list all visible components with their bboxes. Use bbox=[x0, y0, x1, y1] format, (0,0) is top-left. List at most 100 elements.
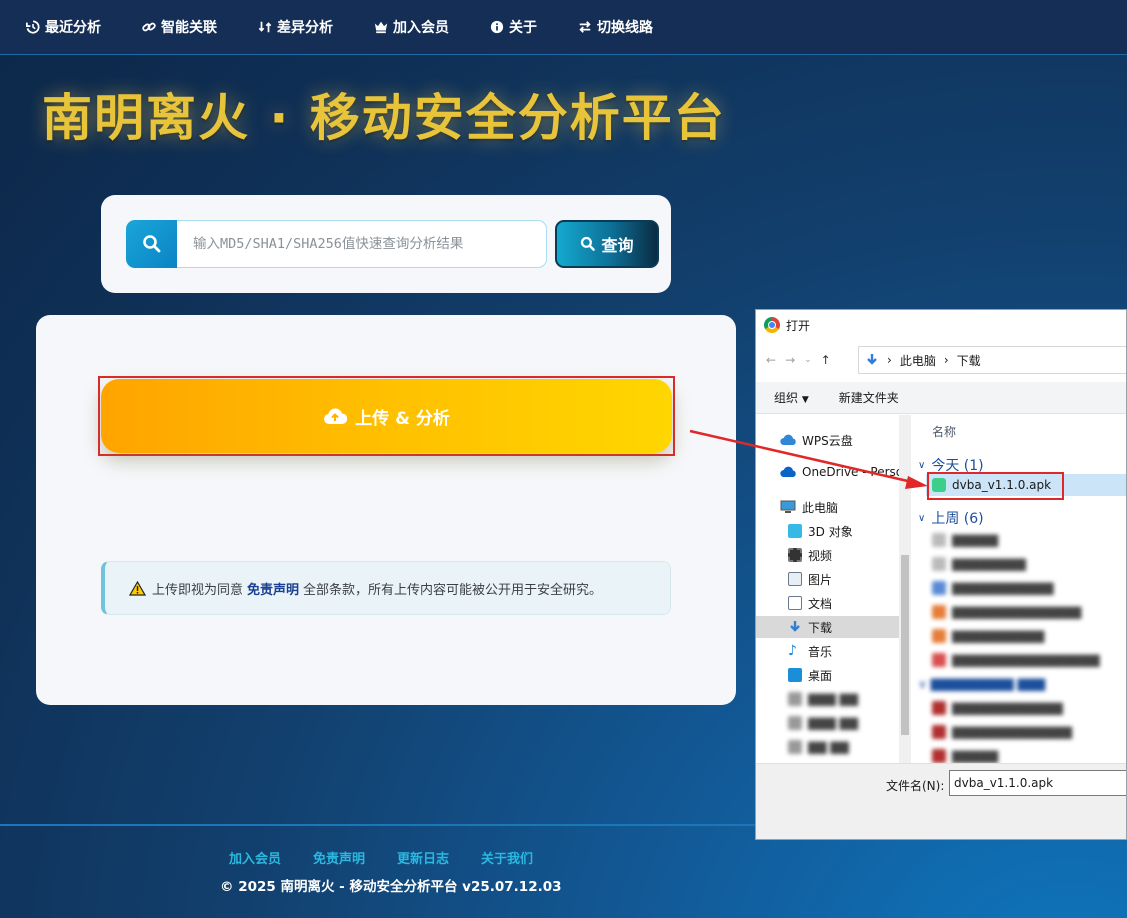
nav-item-smart-link[interactable]: 智能关联 bbox=[142, 17, 217, 37]
search-icon bbox=[143, 235, 161, 253]
file-icon bbox=[932, 653, 946, 667]
drive-icon bbox=[788, 740, 802, 754]
file-row[interactable]: ▇▇▇▇▇▇▇▇▇▇▇▇▇▇▇▇ bbox=[932, 650, 1100, 670]
sidebar-item-onedrive[interactable]: OneDrive - Perso bbox=[780, 461, 903, 483]
file-open-dialog: 打开 ← → ⌄ ↑ › 此电脑 › 下载 组织 ▼ 新建文件夹 WPS云盘 O… bbox=[755, 309, 1127, 840]
notice-prefix: 上传即视为同意 bbox=[152, 582, 244, 598]
footer-link-membership[interactable]: 加入会员 bbox=[229, 848, 281, 867]
file-row[interactable]: ▇▇▇▇▇▇▇▇▇▇▇▇▇ bbox=[932, 722, 1072, 742]
file-row[interactable]: ▇▇▇▇▇▇▇▇ bbox=[932, 554, 1026, 574]
file-row[interactable]: ▇▇▇▇▇ bbox=[932, 530, 998, 550]
file-icon bbox=[932, 701, 946, 715]
computer-icon bbox=[780, 500, 796, 513]
sidebar-item-label: 视频 bbox=[808, 548, 833, 563]
file-row[interactable]: ▇▇▇▇▇▇▇▇▇▇▇▇▇▇ bbox=[932, 602, 1081, 622]
picture-icon bbox=[788, 572, 802, 586]
footer-link-about[interactable]: 关于我们 bbox=[481, 848, 533, 867]
warning-icon bbox=[129, 580, 146, 596]
history-icon bbox=[26, 20, 40, 34]
sidebar-item-videos[interactable]: 视频 bbox=[788, 544, 832, 566]
query-button-label: 查询 bbox=[601, 236, 634, 255]
nav-label: 加入会员 bbox=[393, 20, 449, 36]
sidebar-item-3d-objects[interactable]: 3D 对象 bbox=[788, 520, 853, 542]
upload-analyze-button[interactable]: 上传 & 分析 bbox=[101, 379, 672, 453]
sidebar-item-label: 图片 bbox=[808, 572, 833, 587]
filename-input[interactable] bbox=[949, 770, 1126, 796]
path-separator-icon: › bbox=[887, 353, 892, 367]
up-arrow-icon[interactable]: ↑ bbox=[821, 353, 831, 367]
sidebar-item-drive[interactable]: ▇▇▇ ▇▇ bbox=[788, 688, 858, 710]
dialog-titlebar: 打开 bbox=[756, 310, 1126, 340]
blurred-group-header: ∨ ▇▇▇▇▇▇▇▇▇ ▇▇▇ bbox=[918, 677, 1046, 691]
nav-label: 切换线路 bbox=[597, 20, 653, 36]
sidebar-scrollbar[interactable] bbox=[899, 415, 911, 763]
nav-item-switch-line[interactable]: 切换线路 bbox=[578, 17, 653, 37]
path-segment[interactable]: 下载 bbox=[957, 352, 981, 369]
cloud-icon bbox=[780, 434, 796, 446]
dialog-title: 打开 bbox=[786, 318, 811, 333]
cube-icon bbox=[788, 524, 802, 538]
search-icon-box bbox=[126, 220, 178, 268]
nav-item-about[interactable]: 关于 bbox=[490, 17, 537, 37]
sidebar-item-pictures[interactable]: 图片 bbox=[788, 568, 832, 590]
blurred-drive-label: ▇▇▇ ▇▇ bbox=[808, 692, 858, 706]
organize-menu[interactable]: 组织 ▼ bbox=[774, 389, 809, 406]
file-row[interactable]: ▇▇▇▇▇▇▇▇▇▇▇▇ bbox=[932, 698, 1063, 718]
upload-card bbox=[36, 315, 736, 705]
footer-link-disclaimer[interactable]: 免责声明 bbox=[313, 848, 365, 867]
sidebar-item-label: 此电脑 bbox=[802, 500, 839, 515]
new-folder-button[interactable]: 新建文件夹 bbox=[839, 389, 899, 406]
chrome-icon bbox=[764, 317, 780, 333]
download-icon bbox=[790, 621, 800, 632]
copyright-text: © 2025 南明离火 - 移动安全分析平台 v25.07.12.03 bbox=[220, 879, 562, 895]
sidebar-item-downloads[interactable]: 下载 bbox=[756, 616, 899, 638]
scroll-thumb[interactable] bbox=[901, 555, 909, 735]
path-segment[interactable]: 此电脑 bbox=[900, 352, 936, 369]
organize-label: 组织 bbox=[774, 391, 799, 405]
sidebar-item-label: 文档 bbox=[808, 596, 833, 611]
sidebar-item-documents[interactable]: 文档 bbox=[788, 592, 832, 614]
blurred-file-name: ▇▇▇▇▇▇▇▇ bbox=[952, 557, 1026, 571]
blurred-file-name: ▇▇▇▇▇▇▇▇▇▇▇▇▇▇ bbox=[952, 605, 1082, 619]
hash-search-input[interactable] bbox=[177, 220, 547, 268]
file-list: 名称 ∨ 今天 (1) dvba_v1.1.0.apk ∨ 上周 (6) ▇▇▇▇▇… bbox=[912, 415, 1126, 763]
recent-dropdown-icon[interactable]: ⌄ bbox=[804, 355, 812, 365]
sidebar-item-label: 桌面 bbox=[808, 668, 833, 683]
file-icon bbox=[932, 581, 946, 595]
group-header-last-week[interactable]: ∨ 上周 (6) bbox=[918, 508, 984, 528]
file-row[interactable]: ▇▇▇▇▇ bbox=[932, 746, 998, 763]
nav-item-join-membership[interactable]: 加入会员 bbox=[374, 17, 449, 37]
sidebar-item-this-pc[interactable]: 此电脑 bbox=[780, 496, 838, 518]
sidebar-item-label: 3D 对象 bbox=[808, 524, 853, 539]
sidebar-item-desktop[interactable]: 桌面 bbox=[788, 664, 832, 686]
sidebar-item-label: 音乐 bbox=[808, 644, 833, 659]
footer-link-changelog[interactable]: 更新日志 bbox=[397, 848, 449, 867]
blurred-drive-label: ▇▇ ▇▇ bbox=[808, 740, 849, 754]
chevron-down-icon: ∨ bbox=[918, 512, 926, 524]
file-row[interactable]: ▇▇▇▇▇▇▇▇▇▇▇ bbox=[932, 578, 1054, 598]
blurred-file-name: ▇▇▇▇▇▇▇▇▇▇ bbox=[952, 629, 1045, 643]
disclaimer-link[interactable]: 免责声明 bbox=[247, 579, 299, 598]
back-arrow-icon[interactable]: ← bbox=[766, 353, 776, 367]
sidebar-item-drive[interactable]: ▇▇ ▇▇ bbox=[788, 736, 849, 758]
query-button[interactable]: 查询 bbox=[555, 220, 659, 268]
nav-label: 智能关联 bbox=[161, 20, 217, 36]
sidebar-item-drive[interactable]: ▇▇▇ ▇▇ bbox=[788, 712, 858, 734]
sidebar-item-wps[interactable]: WPS云盘 bbox=[780, 429, 853, 451]
blurred-drive-label: ▇▇▇ ▇▇ bbox=[808, 716, 858, 730]
forward-arrow-icon[interactable]: → bbox=[785, 353, 795, 367]
nav-label: 最近分析 bbox=[45, 20, 101, 36]
info-icon bbox=[490, 20, 504, 34]
top-nav: 最近分析 智能关联 差异分析 加入会员 关于 切换线路 bbox=[0, 0, 1127, 55]
address-bar[interactable]: › 此电脑 › 下载 bbox=[858, 346, 1126, 374]
nav-item-diff-analysis[interactable]: 差异分析 bbox=[258, 17, 333, 37]
file-row[interactable]: ▇▇▇▇▇▇▇▇▇▇ bbox=[932, 626, 1044, 646]
dialog-toolbar: 组织 ▼ 新建文件夹 bbox=[756, 382, 1126, 414]
page-title: 南明离火 · 移动安全分析平台 bbox=[42, 89, 726, 147]
file-icon bbox=[932, 533, 946, 547]
sidebar-item-label: OneDrive - Perso bbox=[802, 465, 904, 479]
column-header-name[interactable]: 名称 bbox=[932, 423, 956, 440]
nav-item-recent-analysis[interactable]: 最近分析 bbox=[26, 17, 101, 37]
sidebar-item-music[interactable]: ♪ 音乐 bbox=[788, 640, 832, 662]
group-header[interactable]: ∨ ▇▇▇▇▇▇▇▇▇ ▇▇▇ bbox=[918, 674, 1045, 694]
